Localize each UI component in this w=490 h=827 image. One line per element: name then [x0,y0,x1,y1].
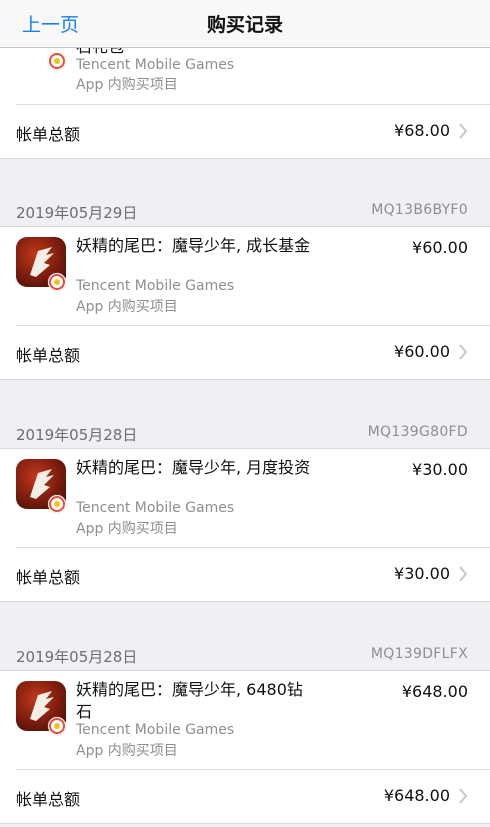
game-center-badge-icon [48,717,66,735]
item-price: ¥648.00 [401,682,468,701]
bill-total-row[interactable]: 帐单总额 ¥68.00 [0,105,490,157]
item-title: 妖精的尾巴：魔导少年, 6480钻石 [76,680,303,721]
bill-total-value: ¥648.00 [383,786,450,805]
bill-total-row[interactable]: 帐单总额 ¥60.00 [0,326,490,378]
item-title: 妖精的尾巴：魔导少年, 成长基金 [76,236,311,255]
item-price: ¥30.00 [412,460,468,479]
chevron-right-icon [459,123,468,139]
divider [0,823,490,824]
bill-total-label: 帐单总额 [16,346,81,365]
bill-total-label: 帐单总额 [16,125,81,144]
chevron-right-icon [459,566,468,582]
developer-name: Tencent Mobile Games [76,500,235,516]
bill-total-label: 帐单总额 [16,790,81,809]
bill-total-value: ¥30.00 [394,564,450,583]
order-id: MQ139DFLFX [370,646,468,662]
developer-name: Tencent Mobile Games [76,722,235,738]
order-header: 2019年05月28日 MQ139G80FD [0,416,490,452]
game-center-badge-icon [48,273,66,291]
chevron-right-icon [459,344,468,360]
game-center-badge-icon [48,495,66,513]
order-card: 妖精的尾巴：魔导少年, 月度投资 ¥30.00 Tencent Mobile G… [0,449,490,601]
order-header: 2019年05月29日 MQ13B6BYF0 [0,194,490,230]
order-card: 妖精的尾巴：魔导少年, 6480钻石 ¥648.00 Tencent Mobil… [0,671,490,823]
chevron-right-icon [459,788,468,804]
order-card: 妖精的尾巴：魔导少年, 成长基金 ¥60.00 Tencent Mobile G… [0,227,490,379]
order-date: 2019年05月29日 [16,204,138,222]
item-title: 妖精的尾巴：魔导少年, 月度投资 [76,458,311,477]
purchase-type: App 内购买项目 [76,521,178,537]
bill-total-row[interactable]: 帐单总额 ¥648.00 [0,770,490,822]
bill-total-value: ¥60.00 [394,342,450,361]
item-price: ¥60.00 [412,238,468,257]
order-id: MQ13B6BYF0 [371,202,468,218]
bill-total-value: ¥68.00 [394,121,450,140]
purchase-type: App 内购买项目 [76,299,178,315]
bill-total-label: 帐单总额 [16,568,81,587]
order-header: 2019年05月28日 MQ139DFLFX [0,638,490,674]
purchase-type: App 内购买项目 [76,743,178,759]
order-date: 2019年05月28日 [16,426,138,444]
divider [0,158,490,159]
developer-name: Tencent Mobile Games [76,278,235,294]
order-id: MQ139G80FD [367,424,468,440]
divider [0,601,490,602]
bill-total-row[interactable]: 帐单总额 ¥30.00 [0,548,490,600]
divider [0,379,490,380]
game-center-badge-icon [48,52,66,70]
developer-name: Tencent Mobile Games [76,57,235,73]
order-date: 2019年05月28日 [16,648,138,666]
purchase-type: App 内购买项目 [76,77,178,93]
page-title: 购买记录 [206,14,283,36]
navigation-bar: 上一页 购买记录 [0,0,490,48]
